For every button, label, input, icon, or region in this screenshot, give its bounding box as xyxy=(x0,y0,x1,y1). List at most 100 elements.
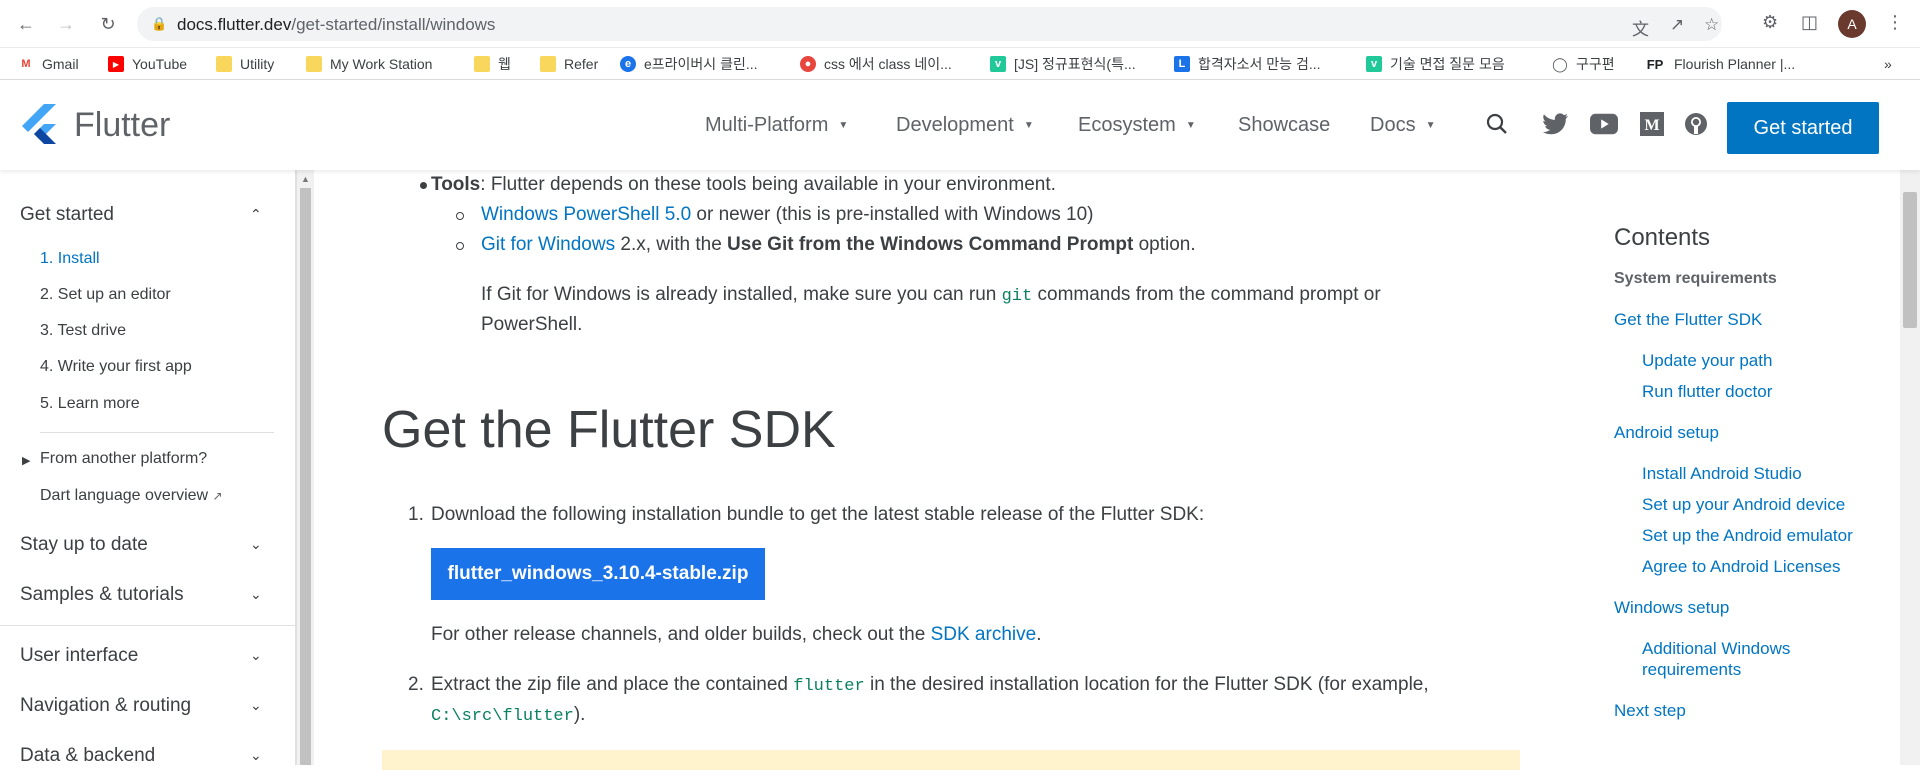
sidebar-item-install[interactable]: 1. Install xyxy=(40,250,100,268)
twitter-icon[interactable] xyxy=(1542,110,1570,138)
bullet xyxy=(456,212,464,220)
browser-toolbar: ← → ↻ 🔒 docs.flutter.dev/get-started/ins… xyxy=(0,0,1920,48)
avatar[interactable]: A xyxy=(1838,10,1866,38)
sidebar-item-from-another-platform[interactable]: From another platform? xyxy=(40,450,207,468)
toc-item-next-step[interactable]: Next step xyxy=(1614,701,1686,721)
toc-item-flutter-doctor[interactable]: Run flutter doctor xyxy=(1642,382,1772,402)
sidebar-item-learn-more[interactable]: 5. Learn more xyxy=(40,395,140,413)
sidebar-scrollbar[interactable]: ▲ xyxy=(296,170,314,765)
forward-icon[interactable]: → xyxy=(52,10,80,38)
bookmark-web[interactable]: 웹 xyxy=(474,52,511,76)
folder-icon xyxy=(216,56,232,72)
page-scrollbar-thumb[interactable] xyxy=(1903,192,1917,328)
powershell-item: Windows PowerShell 5.0 or newer (this is… xyxy=(481,204,1094,225)
side-panel-icon[interactable]: ◫ xyxy=(1801,12,1818,33)
nav-development[interactable]: Development ▼ xyxy=(896,114,1034,137)
chevron-down-icon[interactable]: ⌄ xyxy=(250,536,262,553)
bookmark-css-class[interactable]: ● css 에서 class 네이... xyxy=(800,52,952,76)
get-started-button[interactable]: Get started xyxy=(1727,102,1879,154)
eprivacy-icon: e xyxy=(620,56,636,72)
github-icon[interactable] xyxy=(1682,110,1710,138)
toc-item-android-device[interactable]: Set up your Android device xyxy=(1642,495,1845,515)
git-note-cont: PowerShell. xyxy=(481,314,583,335)
chevron-down-icon: ▼ xyxy=(1023,120,1034,132)
extensions-icon[interactable]: ⚙ xyxy=(1762,12,1778,33)
sidebar-item-dart-overview[interactable]: Dart language overview ↗ xyxy=(40,487,223,505)
nav-docs[interactable]: Docs ▼ xyxy=(1370,114,1435,137)
menu-kebab-icon[interactable]: ⋮ xyxy=(1886,12,1904,33)
git-for-windows-link[interactable]: Git for Windows xyxy=(481,234,615,255)
chevron-down-icon[interactable]: ⌄ xyxy=(250,697,262,714)
bookmark-utility[interactable]: Utility xyxy=(216,52,274,76)
main-content: Tools: Flutter depends on these tools be… xyxy=(330,170,1580,770)
toc-item-additional-windows-cont[interactable]: requirements xyxy=(1642,660,1741,680)
page-heading: Get the Flutter SDK xyxy=(382,401,836,459)
address-bar[interactable]: 🔒 docs.flutter.dev/get-started/install/w… xyxy=(137,7,1722,41)
toc-item-system-requirements[interactable]: System requirements xyxy=(1614,270,1777,288)
toc-item-install-android-studio[interactable]: Install Android Studio xyxy=(1642,464,1802,484)
bookmark-interview[interactable]: v 기술 면접 질문 모음 xyxy=(1366,52,1505,76)
page-scrollbar[interactable] xyxy=(1900,170,1920,765)
velog-icon: v xyxy=(990,56,1006,72)
toc-title: Contents xyxy=(1614,224,1711,251)
reload-icon[interactable]: ↻ xyxy=(94,10,122,38)
bookmark-refer[interactable]: Refer xyxy=(540,52,598,76)
toc-item-android-emulator[interactable]: Set up the Android emulator xyxy=(1642,526,1853,546)
folder-icon xyxy=(474,56,490,72)
sidebar-group-data-backend[interactable]: Data & backend xyxy=(20,745,155,767)
note-box xyxy=(382,750,1520,770)
back-icon[interactable]: ← xyxy=(12,10,40,38)
sidebar: Get started ⌃ 1. Install 2. Set up an ed… xyxy=(0,170,296,767)
bookmark-youtube[interactable]: ▶ YouTube xyxy=(108,52,187,76)
toc-item-windows-setup[interactable]: Windows setup xyxy=(1614,598,1729,618)
toc-item-additional-windows[interactable]: Additional Windows xyxy=(1642,639,1790,659)
bookmark-gugupyeon[interactable]: ◯ 구구편 xyxy=(1552,52,1614,76)
git-item: Git for Windows 2.x, with the Use Git fr… xyxy=(481,234,1196,255)
caret-right-icon[interactable]: ▶ xyxy=(22,454,30,467)
logo-text[interactable]: Flutter xyxy=(74,106,170,145)
medium-icon[interactable]: M xyxy=(1638,110,1666,138)
share-icon[interactable]: ↗ xyxy=(1670,15,1684,35)
nav-multi-platform[interactable]: Multi-Platform ▼ xyxy=(705,114,848,137)
sidebar-group-stay-up-to-date[interactable]: Stay up to date xyxy=(20,534,148,556)
sidebar-scrollbar-thumb[interactable] xyxy=(300,188,311,765)
youtube-icon[interactable] xyxy=(1590,110,1618,138)
bookmark-my-work-station[interactable]: My Work Station xyxy=(306,52,432,76)
scroll-up-arrow-icon[interactable]: ▲ xyxy=(301,174,310,184)
divider xyxy=(40,432,274,433)
chevron-down-icon[interactable]: ⌄ xyxy=(250,747,262,764)
sidebar-item-editor[interactable]: 2. Set up an editor xyxy=(40,286,171,304)
sdk-archive-link[interactable]: SDK archive xyxy=(931,624,1037,645)
search-icon[interactable] xyxy=(1483,110,1511,138)
chevron-down-icon[interactable]: ⌄ xyxy=(250,586,262,603)
bookmark-star-icon[interactable]: ☆ xyxy=(1704,15,1719,35)
sidebar-section-get-started[interactable]: Get started xyxy=(20,204,114,226)
bookmark-flourish[interactable]: FP Flourish Planner |... xyxy=(1644,52,1795,76)
toc-item-update-path[interactable]: Update your path xyxy=(1642,351,1772,371)
sidebar-item-first-app[interactable]: 4. Write your first app xyxy=(40,358,192,376)
toc-item-android-licenses[interactable]: Agree to Android Licenses xyxy=(1642,557,1840,577)
sidebar-group-navigation[interactable]: Navigation & routing xyxy=(20,695,191,717)
sidebar-group-user-interface[interactable]: User interface xyxy=(20,645,138,667)
step-number: 2. xyxy=(408,674,424,695)
nav-ecosystem[interactable]: Ecosystem ▼ xyxy=(1078,114,1196,137)
translate-icon[interactable]: 文 xyxy=(1632,15,1649,40)
flutter-logo-icon[interactable] xyxy=(20,104,60,148)
toc-item-get-sdk[interactable]: Get the Flutter SDK xyxy=(1614,310,1762,330)
chevron-down-icon[interactable]: ⌄ xyxy=(250,647,262,664)
bookmark-gmail[interactable]: M Gmail xyxy=(18,52,78,76)
bookmarks-overflow[interactable]: » xyxy=(1884,52,1892,76)
chevron-down-icon: ▼ xyxy=(838,120,849,132)
bookmark-eprivacy[interactable]: e e프라이버시 클린... xyxy=(620,52,758,76)
download-sdk-button[interactable]: flutter_windows_3.10.4-stable.zip xyxy=(431,548,765,600)
nav-showcase[interactable]: Showcase xyxy=(1238,114,1330,137)
globe-icon: ◯ xyxy=(1552,55,1568,72)
toc-item-android-setup[interactable]: Android setup xyxy=(1614,423,1719,443)
powershell-link[interactable]: Windows PowerShell 5.0 xyxy=(481,204,691,225)
sidebar-item-test-drive[interactable]: 3. Test drive xyxy=(40,322,126,340)
bookmark-resume[interactable]: L 합격자소서 만능 검... xyxy=(1174,52,1321,76)
chevron-up-icon[interactable]: ⌃ xyxy=(250,206,262,223)
youtube-icon: ▶ xyxy=(108,56,124,72)
sidebar-group-samples[interactable]: Samples & tutorials xyxy=(20,584,184,606)
bookmark-js-regex[interactable]: v [JS] 정규표현식(특... xyxy=(990,52,1136,76)
